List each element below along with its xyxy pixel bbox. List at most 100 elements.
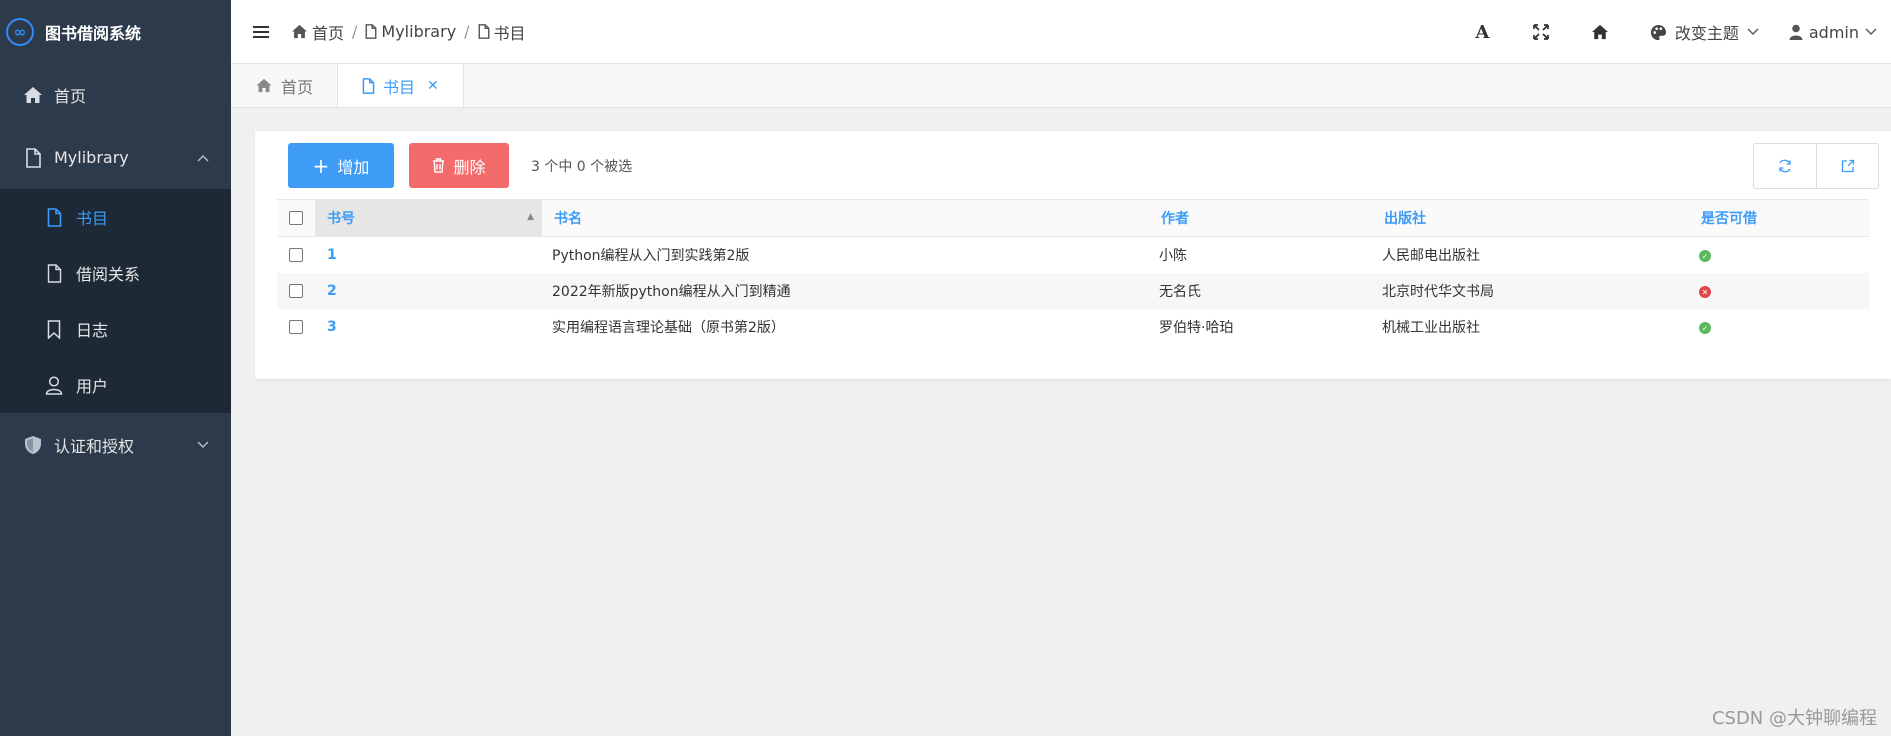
availability-cell: ✓ xyxy=(1689,237,1869,273)
tab-label: 首页 xyxy=(281,77,314,97)
book-name: 实用编程语言理论基础（原书第2版） xyxy=(552,319,785,336)
breadcrumb-books[interactable]: 书目 xyxy=(478,20,526,44)
file-icon xyxy=(365,24,377,39)
font-size-glyph: A xyxy=(1475,21,1490,43)
sidebar-item-label: 认证和授权 xyxy=(54,436,135,456)
username: admin xyxy=(1808,22,1859,42)
sidebar-item-label: 首页 xyxy=(54,86,87,106)
user-icon xyxy=(44,375,64,395)
bookmark-icon xyxy=(44,319,64,339)
plus-icon: + xyxy=(312,153,330,178)
user-icon xyxy=(1789,24,1803,40)
page-tabs: 首页 书目 ✕ xyxy=(231,64,1891,108)
breadcrumb-label: 书目 xyxy=(493,23,526,43)
book-id-link[interactable]: 2 xyxy=(315,272,542,309)
sidebar-item-home[interactable]: 首页 xyxy=(0,63,231,126)
logo-icon: ∞ xyxy=(6,17,34,46)
app-logo[interactable]: ∞ 图书借阅系统 xyxy=(0,0,231,63)
chevron-down-icon xyxy=(197,438,209,452)
column-header-publisher[interactable]: 出版社 xyxy=(1372,199,1689,237)
breadcrumb-separator: / xyxy=(352,22,358,41)
file-icon xyxy=(478,24,489,39)
menu-toggle-icon[interactable] xyxy=(231,0,291,64)
app-title: 图书借阅系统 xyxy=(45,23,142,43)
top-right-tools: A 改变主题 admin xyxy=(1453,0,1891,64)
delete-button[interactable]: 删除 xyxy=(409,143,509,188)
breadcrumb-mylibrary[interactable]: Mylibrary xyxy=(365,22,456,41)
sidebar-item-label: 日志 xyxy=(76,321,109,340)
tab-home[interactable]: 首页 xyxy=(231,64,337,107)
file-icon xyxy=(44,207,64,227)
book-author: 小陈 xyxy=(1159,247,1187,264)
breadcrumb-label: 首页 xyxy=(312,23,345,43)
books-panel: + 增加 删除 3 个中 0 个被选 书号 书名 作者 出版社 是否可借 xyxy=(255,131,1891,379)
table-header-row: 书号 书名 作者 出版社 是否可借 xyxy=(277,199,1869,237)
export-icon[interactable] xyxy=(1816,144,1878,188)
book-author: 罗伯特·哈珀 xyxy=(1159,319,1234,336)
column-header-author[interactable]: 作者 xyxy=(1149,199,1372,237)
home-icon[interactable] xyxy=(1571,0,1630,64)
file-icon xyxy=(44,263,64,283)
book-publisher: 人民邮电出版社 xyxy=(1382,247,1480,264)
shield-icon xyxy=(22,435,44,455)
delete-button-label: 删除 xyxy=(453,157,486,177)
book-id-link[interactable]: 3 xyxy=(315,309,542,345)
chevron-down-icon xyxy=(1747,28,1759,35)
row-checkbox[interactable] xyxy=(289,283,303,298)
book-id-link[interactable]: 1 xyxy=(315,237,542,273)
tab-books[interactable]: 书目 ✕ xyxy=(337,64,464,107)
chevron-down-icon xyxy=(1865,28,1877,35)
tab-label: 书目 xyxy=(383,77,416,97)
row-checkbox[interactable] xyxy=(289,319,303,334)
column-header-name[interactable]: 书名 xyxy=(542,199,1149,237)
sidebar-item-users[interactable]: 用户 xyxy=(0,357,231,413)
breadcrumb-separator: / xyxy=(464,22,470,41)
home-icon xyxy=(292,24,307,39)
trash-icon xyxy=(433,158,445,173)
theme-switcher[interactable]: 改变主题 xyxy=(1630,20,1789,44)
watermark: CSDN @大钟聊编程 xyxy=(1711,708,1877,729)
row-select-cell xyxy=(277,272,315,309)
row-select-cell xyxy=(277,237,315,273)
sidebar: ∞ 图书借阅系统 首页 Mylibrary 书目 借阅关系 日志 用户 认证和授… xyxy=(0,0,231,736)
sidebar-item-label: 借阅关系 xyxy=(76,265,141,284)
font-size-icon[interactable]: A xyxy=(1453,0,1512,64)
sidebar-item-books[interactable]: 书目 xyxy=(0,189,231,245)
fullscreen-icon[interactable] xyxy=(1512,0,1571,64)
row-checkbox[interactable] xyxy=(289,247,303,262)
sidebar-item-label: Mylibrary xyxy=(54,148,129,167)
breadcrumb-label: Mylibrary xyxy=(381,22,457,41)
breadcrumb-home[interactable]: 首页 xyxy=(291,20,344,44)
table-tools xyxy=(1753,143,1879,189)
book-name: 2022年新版python编程从入门到精通 xyxy=(542,272,1149,309)
book-publisher: 机械工业出版社 xyxy=(1382,319,1480,336)
table-row: 2 2022年新版python编程从入门到精通 无名氏 北京时代华文书局 ✕ xyxy=(277,272,1869,309)
sidebar-item-log[interactable]: 日志 xyxy=(0,301,231,357)
theme-label: 改变主题 xyxy=(1674,24,1739,43)
select-all-checkbox[interactable] xyxy=(289,211,303,225)
row-select-cell xyxy=(277,309,315,345)
file-icon xyxy=(362,77,375,94)
column-header-id[interactable]: 书号 xyxy=(315,199,542,237)
table-row: 1 Python编程从入门到实践第2版 小陈 人民邮电出版社 ✓ xyxy=(277,237,1869,273)
breadcrumb: 首页 / Mylibrary / 书目 xyxy=(291,20,526,44)
book-publisher: 北京时代华文书局 xyxy=(1372,272,1689,309)
mylibrary-submenu: 书目 借阅关系 日志 用户 xyxy=(0,189,231,413)
sidebar-item-mylibrary[interactable]: Mylibrary xyxy=(0,126,231,189)
availability-cell: ✓ xyxy=(1689,309,1869,345)
check-circle-icon: ✓ xyxy=(1699,250,1711,263)
column-header-available[interactable]: 是否可借 xyxy=(1689,199,1869,237)
home-icon xyxy=(256,78,272,93)
user-menu[interactable]: admin xyxy=(1789,23,1891,42)
close-icon[interactable]: ✕ xyxy=(427,78,439,94)
book-author: 无名氏 xyxy=(1149,272,1372,309)
top-bar: 首页 / Mylibrary / 书目 A 改变主题 admin xyxy=(231,0,1891,64)
sidebar-item-label: 用户 xyxy=(76,377,109,396)
sidebar-item-auth[interactable]: 认证和授权 xyxy=(0,413,231,476)
palette-icon xyxy=(1650,24,1666,40)
sidebar-item-borrow[interactable]: 借阅关系 xyxy=(0,245,231,301)
x-circle-icon: ✕ xyxy=(1699,286,1711,298)
add-button[interactable]: + 增加 xyxy=(288,143,394,188)
refresh-icon[interactable] xyxy=(1754,144,1816,188)
check-circle-icon: ✓ xyxy=(1699,322,1711,334)
